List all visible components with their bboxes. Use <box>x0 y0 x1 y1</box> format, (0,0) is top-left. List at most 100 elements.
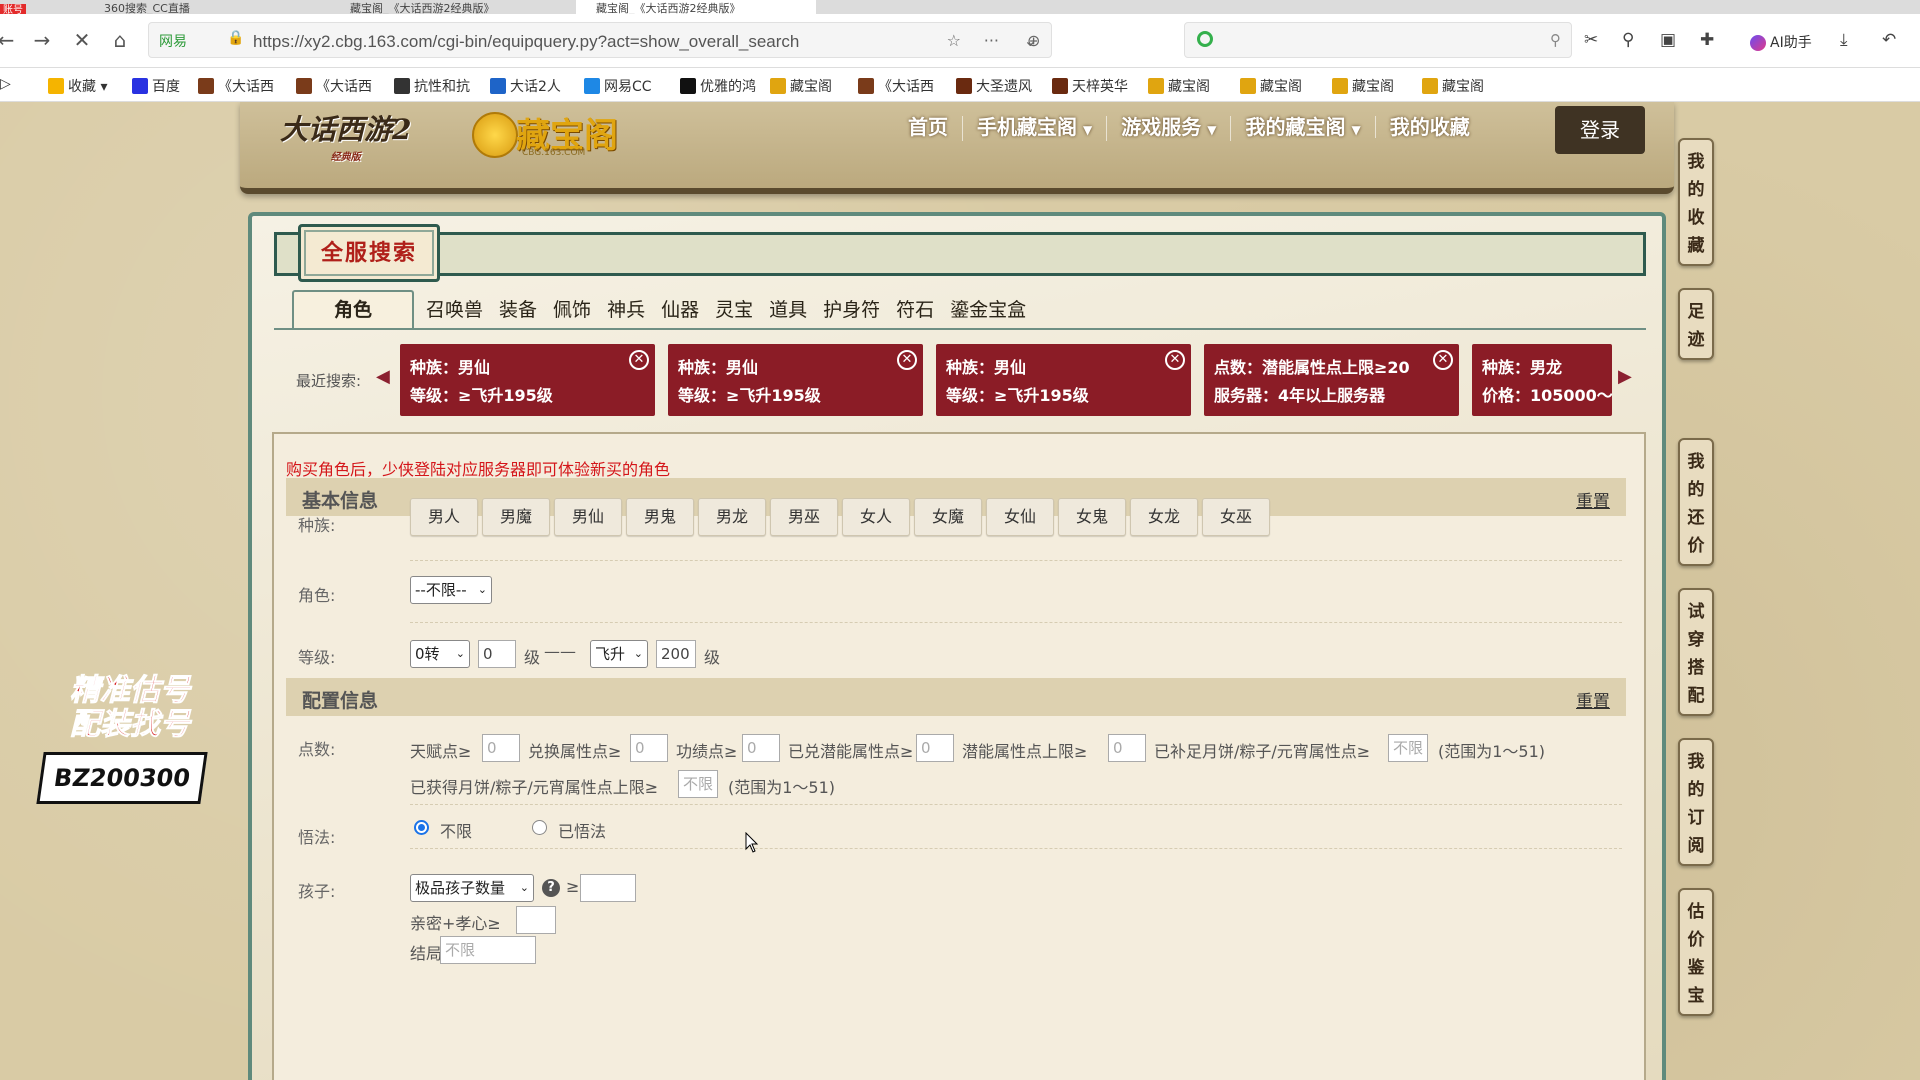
ending-input[interactable]: 不限 <box>440 936 536 964</box>
bookmark-item[interactable]: 藏宝阁 <box>1148 76 1210 96</box>
wufa-done-label[interactable]: 已悟法 <box>558 818 606 842</box>
recent-search-card[interactable]: 种族：男仙 等级：≥飞升195级 ✕ <box>936 344 1191 416</box>
login-button[interactable]: 登录 <box>1555 106 1645 154</box>
bookmark-item[interactable]: 藏宝阁 <box>1332 76 1394 96</box>
bookmark-item[interactable]: 藏宝阁 <box>1240 76 1302 96</box>
browser-search-box[interactable]: ⚲ <box>1184 22 1572 58</box>
race-option-button[interactable]: 女人 <box>842 498 910 536</box>
close-icon[interactable]: ✕ <box>1433 350 1453 370</box>
bookmark-item[interactable]: 收藏 ▾ <box>48 76 107 96</box>
recent-prev-icon[interactable]: ◀ <box>376 366 390 387</box>
bookmark-star-icon[interactable]: ☆ <box>947 31 961 50</box>
more-icon[interactable]: ··· <box>984 31 999 50</box>
tab-category[interactable]: 鎏金宝盒 <box>942 292 1034 328</box>
race-option-button[interactable]: 男巫 <box>770 498 838 536</box>
intimacy-input[interactable] <box>516 906 556 934</box>
wufa-done-radio[interactable] <box>532 820 547 835</box>
browser-tab[interactable]: 360搜索_CC直播 <box>84 0 324 14</box>
url-text[interactable]: https://xy2.cbg.163.com/cgi-bin/equipque… <box>253 32 799 52</box>
stop-loading-icon[interactable]: ✕ <box>70 28 94 52</box>
bookmark-item[interactable]: 《大话西 <box>198 76 274 96</box>
bookmark-item[interactable]: 抗性和抗 <box>394 76 470 96</box>
lock-icon[interactable]: 🔒 <box>227 30 244 46</box>
chevron-down-icon[interactable]: ⌄ <box>1024 31 1037 50</box>
nav-game-service[interactable]: 游戏服务 ▼ <box>1106 116 1230 141</box>
race-option-button[interactable]: 女龙 <box>1130 498 1198 536</box>
side-rail-item[interactable]: 估价鉴宝 <box>1678 888 1714 1016</box>
tab-category[interactable]: 召唤兽 <box>418 292 491 328</box>
find-icon[interactable]: ⚲ <box>1622 30 1634 50</box>
tab-category[interactable]: 仙器 <box>653 292 707 328</box>
potential-cap-input[interactable]: 0 <box>1108 734 1146 762</box>
level-from-input[interactable]: 0 <box>478 640 516 668</box>
wufa-any-radio[interactable] <box>414 820 429 835</box>
race-option-button[interactable]: 女仙 <box>986 498 1054 536</box>
screenshot-icon[interactable]: ▣ <box>1660 30 1676 50</box>
browser-tab[interactable]: 藏宝阁_《大话西游2经典版》 <box>330 0 570 14</box>
recent-search-card[interactable]: 种族：男仙 等级：≥飞升195级 ✕ <box>400 344 655 416</box>
side-rail-item[interactable]: 试穿搭配 <box>1678 588 1714 716</box>
role-select[interactable]: --不限-- ⌄ <box>410 576 492 604</box>
race-option-button[interactable]: 男龙 <box>698 498 766 536</box>
tab-category[interactable]: 符石 <box>888 292 942 328</box>
tab-category[interactable]: 护身符 <box>815 292 888 328</box>
merit-points-input[interactable]: 0 <box>742 734 780 762</box>
race-option-button[interactable]: 女巫 <box>1202 498 1270 536</box>
bookmark-item[interactable]: 大话2人 <box>490 76 561 96</box>
browser-tab-active[interactable]: 藏宝阁_《大话西游2经典版》 <box>576 0 816 14</box>
level-to-input[interactable]: 200 <box>656 640 696 668</box>
sidebar-toggle-icon[interactable]: ▷ <box>0 76 11 92</box>
level-to-turn-select[interactable]: 飞升 ⌄ <box>590 640 648 668</box>
exchange-points-input[interactable]: 0 <box>630 734 668 762</box>
child-attribute-select[interactable]: 极品孩子数量 ⌄ <box>410 874 534 902</box>
race-option-button[interactable]: 女鬼 <box>1058 498 1126 536</box>
close-icon[interactable]: ✕ <box>1165 350 1185 370</box>
tab-category[interactable]: 装备 <box>491 292 545 328</box>
search-icon[interactable]: ⚲ <box>1550 31 1561 49</box>
race-option-button[interactable]: 男鬼 <box>626 498 694 536</box>
tab-category[interactable]: 角色 <box>292 290 415 328</box>
address-bar[interactable]: 网易 🔒 https://xy2.cbg.163.com/cgi-bin/equ… <box>148 22 1052 58</box>
child-value-input[interactable] <box>580 874 636 902</box>
site-identity-label[interactable]: 网易 <box>159 31 187 51</box>
side-rail-item[interactable]: 我的订阅 <box>1678 738 1714 866</box>
side-rail-item[interactable]: 我的收藏 <box>1678 138 1714 266</box>
race-option-button[interactable]: 男人 <box>410 498 478 536</box>
chevron-down-icon[interactable]: ▾ <box>96 79 107 95</box>
recent-search-card[interactable]: 种族：男仙 等级：≥飞升195级 ✕ <box>668 344 923 416</box>
close-icon[interactable]: ✕ <box>629 350 649 370</box>
talent-points-input[interactable]: 0 <box>482 734 520 762</box>
downloads-icon[interactable]: ⤓ <box>1840 30 1848 50</box>
tab-category[interactable]: 神兵 <box>599 292 653 328</box>
nav-my-cbg[interactable]: 我的藏宝阁 ▼ <box>1230 116 1374 141</box>
nav-mobile-cbg[interactable]: 手机藏宝阁 ▼ <box>962 116 1106 141</box>
forward-icon[interactable]: → <box>30 28 54 52</box>
side-rail-item[interactable]: 我的还价 <box>1678 438 1714 566</box>
tab-category[interactable]: 灵宝 <box>707 292 761 328</box>
back-icon[interactable]: ← <box>0 28 18 52</box>
tab-category[interactable]: 佩饰 <box>545 292 599 328</box>
level-from-turn-select[interactable]: 0转 ⌄ <box>410 640 470 668</box>
side-rail-item[interactable]: 足迹 <box>1678 288 1714 360</box>
bookmark-item[interactable]: 网易CC <box>584 76 652 96</box>
cut-icon[interactable]: ✂ <box>1584 30 1598 50</box>
recent-search-card[interactable]: 点数：潜能属性点上限≥20 服务器：4年以上服务器 ✕ <box>1204 344 1459 416</box>
bookmark-item[interactable]: 优雅的鸿 <box>680 76 756 96</box>
reset-config-link[interactable]: 重置 <box>1576 687 1610 712</box>
filled-festival-points-input[interactable]: 不限 <box>1388 734 1428 762</box>
bookmark-item[interactable]: 《大话西 <box>858 76 934 96</box>
festival-cap-input[interactable]: 不限 <box>678 770 718 798</box>
bookmark-item[interactable]: 藏宝阁 <box>1422 76 1484 96</box>
bookmark-item[interactable]: 百度 <box>132 76 180 96</box>
close-icon[interactable]: ✕ <box>897 350 917 370</box>
recent-search-card[interactable]: 种族：男龙 价格：105000～ <box>1472 344 1612 416</box>
home-icon[interactable]: ⌂ <box>108 28 132 52</box>
tab-category[interactable]: 道具 <box>761 292 815 328</box>
search-engine-icon[interactable] <box>1197 31 1213 47</box>
bookmark-item[interactable]: 大圣遗风 <box>956 76 1032 96</box>
cbg-logo[interactable]: 藏宝阁 CBG.163.COM <box>472 106 632 166</box>
account-badge[interactable]: 账号 <box>0 4 26 14</box>
ai-helper-button[interactable]: AI助手 <box>1750 32 1812 52</box>
race-option-button[interactable]: 女魔 <box>914 498 982 536</box>
extensions-icon[interactable]: ✚ <box>1700 30 1714 50</box>
